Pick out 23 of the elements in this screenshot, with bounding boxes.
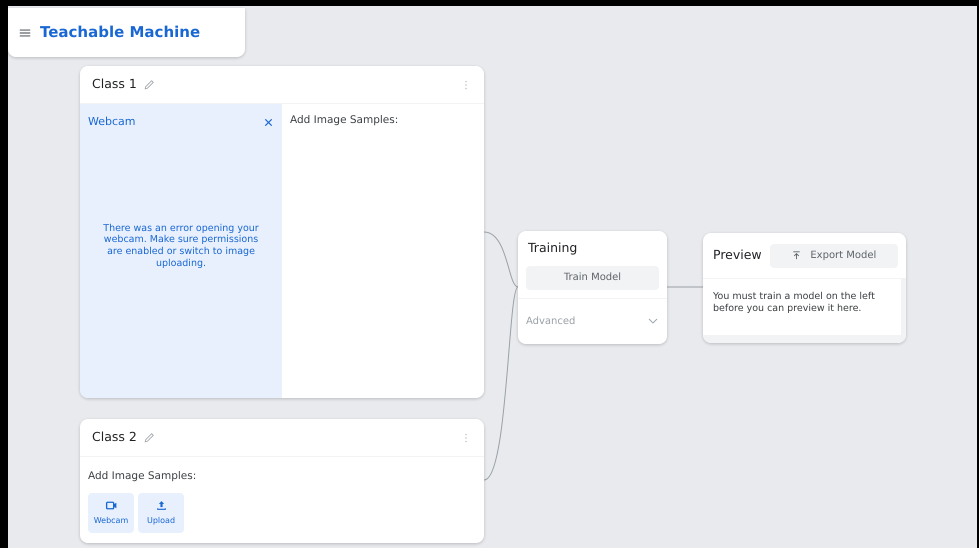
camera-icon xyxy=(104,498,118,512)
error-message: There was an error opening your webcam. Make sure permissions are enabled or switch to image uploading. xyxy=(102,222,260,270)
pencil-icon[interactable] xyxy=(142,431,156,444)
samples-label: Add Image Samples: xyxy=(290,114,398,126)
export-model-button[interactable]: Export Model xyxy=(770,244,898,268)
samples-label: Add Image Samples: xyxy=(88,469,198,484)
horizontal-scrollbar[interactable] xyxy=(703,335,906,343)
panel-title: Webcam xyxy=(88,114,136,130)
pencil-icon[interactable] xyxy=(142,78,156,91)
preview-message: You must train a model on the left before you can preview it here. xyxy=(713,291,875,314)
upload-button[interactable]: Upload xyxy=(138,492,184,533)
connector-line xyxy=(666,286,704,288)
app-title: Teachable Machine xyxy=(40,22,200,44)
webcam-button[interactable]: Webcam xyxy=(88,492,134,533)
card-title: Preview xyxy=(712,246,762,264)
train-model-button[interactable]: Train Model xyxy=(526,266,659,290)
upload-icon xyxy=(154,498,168,512)
class-name[interactable]: Class 2 xyxy=(92,428,137,447)
card-title: Training xyxy=(527,239,578,257)
upload-icon xyxy=(791,250,802,261)
vertical-scrollbar[interactable] xyxy=(901,279,906,335)
class-name[interactable]: Class 1 xyxy=(92,75,137,94)
close-icon[interactable] xyxy=(263,116,274,128)
